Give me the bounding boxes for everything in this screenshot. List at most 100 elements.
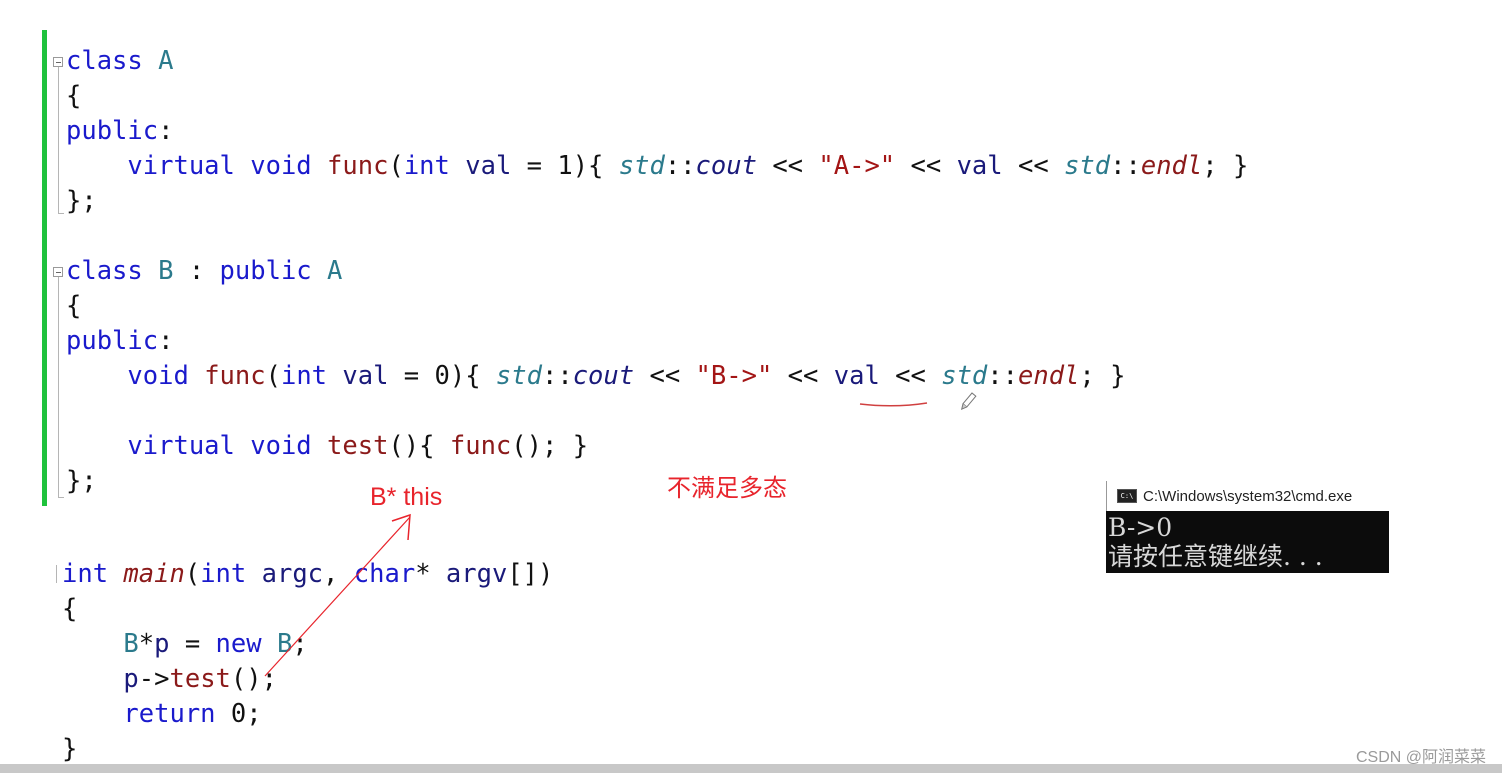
val-underline: [859, 402, 928, 407]
code-line[interactable]: B*p = new B;: [62, 627, 308, 662]
code-token: ; }: [1202, 151, 1249, 181]
code-token: ::: [664, 151, 696, 181]
code-line[interactable]: p->test();: [62, 662, 277, 697]
console-titlebar[interactable]: C:\ C:\Windows\system32\cmd.exe: [1106, 481, 1389, 511]
code-line[interactable]: class A: [66, 44, 173, 79]
code-token: ();: [230, 664, 277, 694]
code-token: = 0){: [388, 361, 496, 391]
code-token: <<: [895, 151, 957, 181]
this-pointer-annotation: B* this: [370, 483, 443, 511]
code-line[interactable]: virtual void func(int val = 1){ std::cou…: [66, 149, 1248, 184]
code-token: *: [415, 559, 446, 589]
code-token: class: [66, 256, 143, 286]
code-token: B: [276, 629, 293, 659]
code-token: B: [62, 629, 139, 659]
code-token: :: [158, 116, 174, 146]
code-token: public: [219, 256, 312, 286]
console-output: B->0 请按任意键继续. . .: [1106, 511, 1389, 573]
console-line: 请按任意键继续. . .: [1108, 542, 1323, 571]
code-line[interactable]: return 0;: [62, 697, 262, 732]
code-token: int: [62, 559, 109, 589]
code-token: public: [66, 116, 159, 146]
code-token: (); }: [511, 431, 589, 461]
code-token: std: [1064, 151, 1111, 181]
code-token: (: [265, 361, 281, 391]
code-token: ,: [323, 559, 354, 589]
pen-cursor-icon: [960, 392, 977, 411]
code-token: void: [66, 361, 189, 391]
code-token: p: [62, 664, 139, 694]
code-line[interactable]: {: [66, 289, 81, 324]
fold-toggle-class-b[interactable]: [53, 267, 63, 277]
console-window[interactable]: C:\ C:\Windows\system32\cmd.exe B->0 请按任…: [1106, 481, 1389, 573]
code-token: func: [327, 151, 389, 181]
code-token: B: [158, 256, 174, 286]
code-token: ::: [541, 361, 573, 391]
code-token: int: [200, 559, 247, 589]
code-line[interactable]: };: [66, 184, 97, 219]
code-token: endl: [1140, 151, 1203, 181]
code-token: std: [941, 361, 988, 391]
code-token: {: [62, 594, 78, 624]
code-token: []): [507, 559, 554, 589]
code-token: char: [353, 559, 416, 589]
code-token: endl: [1018, 361, 1080, 391]
fold-guide-end: [58, 213, 64, 214]
code-token: val: [956, 151, 1003, 181]
code-token: 0;: [215, 699, 262, 729]
code-token: val: [465, 151, 512, 181]
code-line[interactable]: virtual void test(){ func(); }: [66, 429, 588, 464]
code-line[interactable]: {: [62, 592, 77, 627]
code-token: =: [169, 629, 216, 659]
code-token: *: [138, 629, 155, 659]
code-token: :: [173, 256, 220, 286]
console-title: C:\Windows\system32\cmd.exe: [1143, 487, 1353, 505]
code-token: int: [280, 361, 328, 391]
code-token: <<: [1002, 151, 1065, 181]
polymorphism-note: 不满足多态: [667, 475, 787, 502]
code-token: (: [184, 559, 201, 589]
code-token: }: [62, 734, 78, 764]
code-token: class: [66, 46, 143, 76]
code-line[interactable]: }: [62, 732, 77, 767]
code-token: func: [204, 361, 266, 391]
code-token: };: [66, 186, 97, 216]
code-line[interactable]: };: [66, 464, 97, 499]
code-token: <<: [879, 361, 942, 391]
code-token: func: [449, 431, 512, 461]
code-token: virtual: [66, 151, 235, 181]
code-line[interactable]: void func(int val = 0){ std::cout << "B-…: [66, 359, 1125, 394]
code-token: ::: [987, 361, 1018, 391]
code-token: <<: [772, 361, 834, 391]
code-line[interactable]: int main(int argc, char* argv[]): [62, 557, 553, 592]
code-line[interactable]: public:: [66, 114, 173, 149]
code-token: "B->": [695, 361, 773, 391]
fold-toggle-class-a[interactable]: [53, 57, 63, 67]
code-token: ->: [138, 664, 170, 694]
code-token: return: [62, 699, 216, 729]
cmd-icon: C:\: [1117, 489, 1137, 503]
code-token: ;: [292, 629, 308, 659]
code-line[interactable]: public:: [66, 324, 173, 359]
bottom-scrollbar[interactable]: [0, 764, 1502, 773]
code-token: A: [327, 256, 343, 286]
code-line[interactable]: {: [66, 79, 81, 114]
code-token: {: [66, 81, 82, 111]
code-token: void: [250, 431, 312, 461]
code-token: int: [403, 151, 450, 181]
code-token: argc: [261, 559, 324, 589]
fold-guide-class-b: [58, 277, 59, 497]
code-token: cout: [572, 361, 635, 391]
fold-guide-end: [58, 497, 64, 498]
console-line: B->0: [1108, 513, 1173, 542]
code-line[interactable]: class B : public A: [66, 254, 342, 289]
change-indicator-bar: [42, 30, 47, 506]
code-token: <<: [756, 151, 819, 181]
